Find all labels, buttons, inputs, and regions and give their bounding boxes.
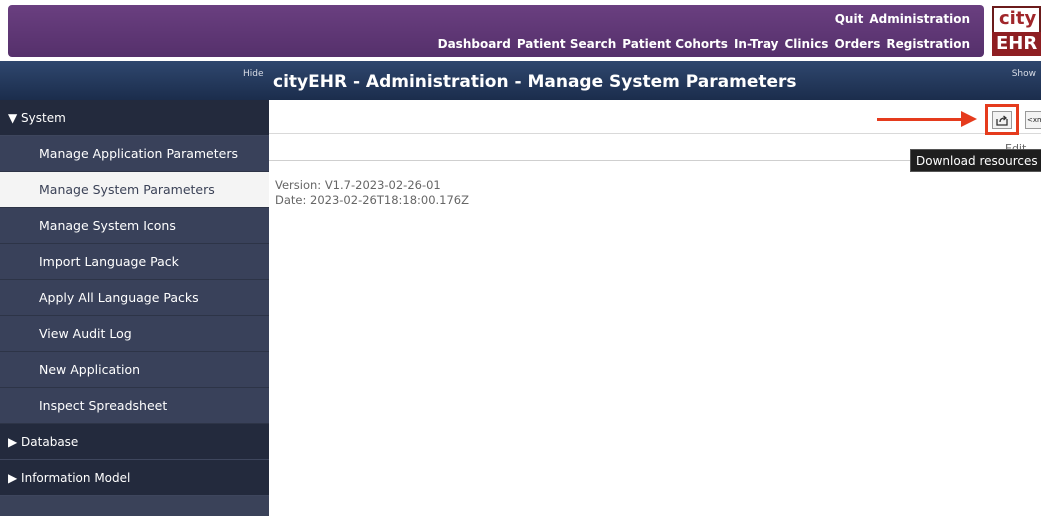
nav-orders[interactable]: Orders <box>834 37 880 51</box>
header-links-row2: Dashboard Patient Search Patient Cohorts… <box>438 37 970 51</box>
cityehr-logo: city EHR <box>992 6 1041 58</box>
nav-quit[interactable]: Quit <box>835 12 864 26</box>
xml-button[interactable]: <xml/> <box>1025 111 1041 129</box>
show-panel-link[interactable]: Show <box>1012 69 1036 79</box>
toolbar-divider <box>269 133 1041 134</box>
sidebar-item-new-application[interactable]: New Application <box>0 352 269 388</box>
download-tooltip: Download resources <box>910 149 1041 172</box>
hide-sidebar-link[interactable]: Hide <box>243 69 264 79</box>
sidebar-section-database[interactable]: ▶ Database <box>0 424 269 460</box>
date-text: Date: 2023-02-26T18:18:00.176Z <box>275 193 470 207</box>
annotation-arrow-head <box>961 111 977 127</box>
title-bar: Hide cityEHR - Administration - Manage S… <box>0 61 1041 100</box>
main-content: <xml/> Edit Download resources Version: … <box>269 100 1041 516</box>
top-header: Quit Administration Dashboard Patient Se… <box>0 0 1041 61</box>
sidebar-item-manage-application-parameters[interactable]: Manage Application Parameters <box>0 136 269 172</box>
nav-registration[interactable]: Registration <box>886 37 970 51</box>
sidebar-item-import-language-pack[interactable]: Import Language Pack <box>0 244 269 280</box>
header-panel: Quit Administration Dashboard Patient Se… <box>8 5 984 57</box>
logo-ehr-text: EHR <box>992 32 1041 56</box>
nav-in-tray[interactable]: In-Tray <box>734 37 779 51</box>
logo-city-text: city <box>992 6 1041 32</box>
nav-administration[interactable]: Administration <box>869 12 970 26</box>
version-info: Version: V1.7-2023-02-26-01 Date: 2023-0… <box>275 178 469 208</box>
sidebar-item-manage-system-parameters[interactable]: Manage System Parameters <box>0 172 269 208</box>
sidebar-section-system[interactable]: ▼ System <box>0 100 269 136</box>
annotation-arrow-shaft <box>877 118 965 121</box>
share-export-icon <box>996 114 1008 126</box>
nav-dashboard[interactable]: Dashboard <box>438 37 511 51</box>
sidebar-item-manage-system-icons[interactable]: Manage System Icons <box>0 208 269 244</box>
nav-patient-cohorts[interactable]: Patient Cohorts <box>622 37 728 51</box>
sidebar-section-information-model[interactable]: ▶ Information Model <box>0 460 269 496</box>
nav-clinics[interactable]: Clinics <box>785 37 829 51</box>
nav-patient-search[interactable]: Patient Search <box>517 37 616 51</box>
header-links-row1: Quit Administration <box>835 12 970 26</box>
sidebar-item-view-audit-log[interactable]: View Audit Log <box>0 316 269 352</box>
sidebar: ▼ System Manage Application Parameters M… <box>0 100 269 516</box>
download-resources-button[interactable] <box>992 111 1012 129</box>
page-title: cityEHR - Administration - Manage System… <box>273 72 797 92</box>
sidebar-item-apply-all-language-packs[interactable]: Apply All Language Packs <box>0 280 269 316</box>
sidebar-item-inspect-spreadsheet[interactable]: Inspect Spreadsheet <box>0 388 269 424</box>
version-text: Version: V1.7-2023-02-26-01 <box>275 178 441 192</box>
